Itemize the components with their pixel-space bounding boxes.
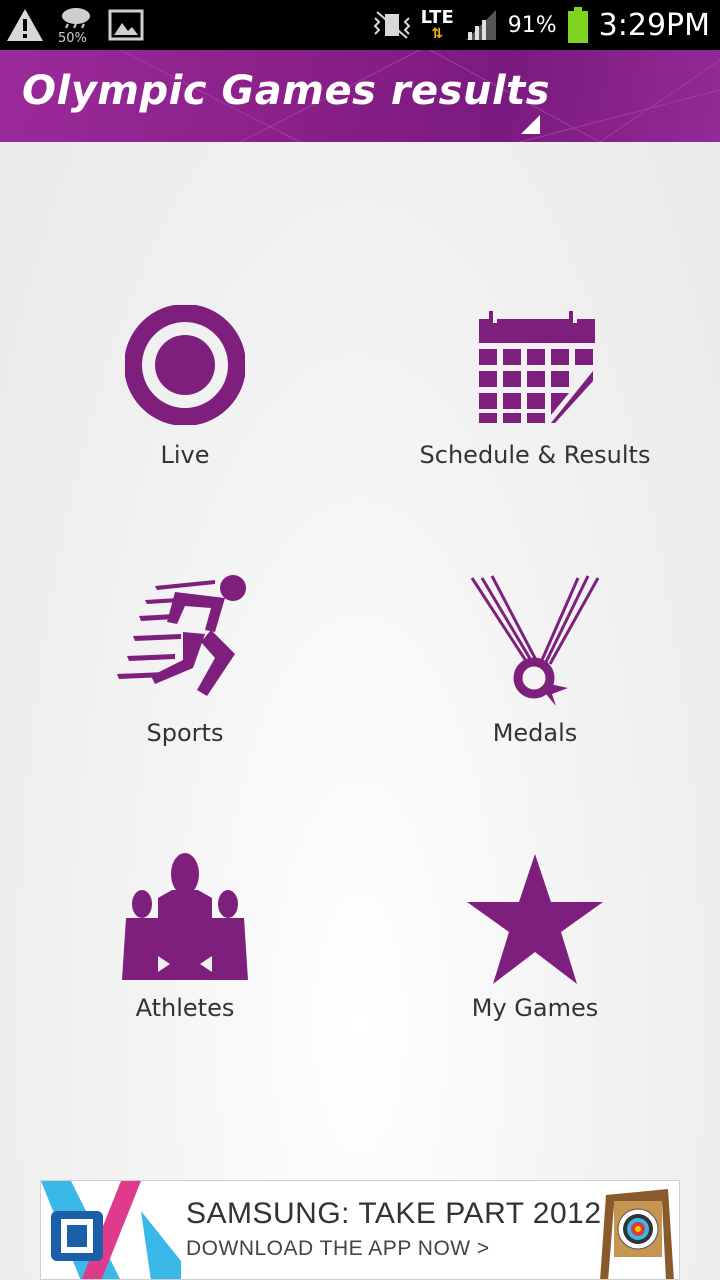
star-icon [467,854,603,984]
menu-item-label: Live [160,441,210,469]
clock: 3:29PM [598,7,710,43]
menu-item-my-games[interactable]: My Games [385,852,685,1052]
menu-item-schedule-results[interactable]: Schedule & Results [385,305,685,505]
menu-item-label: My Games [471,994,599,1022]
menu-item-label: Schedule & Results [419,441,651,469]
app-header: Olympic Games results [0,50,720,142]
battery-percent: 91% [507,12,557,38]
warning-icon [7,9,43,41]
runner-icon [117,575,246,696]
live-ring-icon [125,305,245,425]
vibrate-icon [373,11,411,39]
status-bar: 50% LTE ⇅ 91% 3:29PM [0,0,720,50]
menu-item-label: Sports [146,719,224,747]
ad-headline: SAMSUNG: TAKE PART 2012 [186,1197,602,1230]
lte-indicator: LTE ⇅ [420,7,454,42]
menu-corner-indicator[interactable] [521,115,540,134]
ad-banner[interactable]: SAMSUNG: TAKE PART 2012 DOWNLOAD THE APP… [40,1180,680,1280]
battery-icon [567,7,588,43]
menu-item-medals[interactable]: Medals [385,572,685,772]
athletes-icon [122,853,248,980]
network-type: LTE [420,7,454,28]
medal-icon [470,575,600,706]
weather-percent: 50% [58,31,87,46]
menu-item-athletes[interactable]: Athletes [35,852,335,1052]
image-notification-icon [108,9,144,41]
weather-icon: 50% [58,6,94,46]
data-activity-icon: ⇅ [431,26,444,42]
calendar-icon [479,309,595,423]
ad-cta: DOWNLOAD THE APP NOW > [186,1237,490,1260]
menu-item-live[interactable]: Live [35,305,335,505]
app-title: Olympic Games results [22,68,551,114]
menu-item-label: Athletes [135,994,235,1022]
menu-item-sports[interactable]: Sports [35,572,335,772]
signal-icon [465,10,496,40]
ad-graphic [41,1181,181,1279]
menu-item-label: Medals [492,719,578,747]
archery-target-icon [600,1189,674,1279]
